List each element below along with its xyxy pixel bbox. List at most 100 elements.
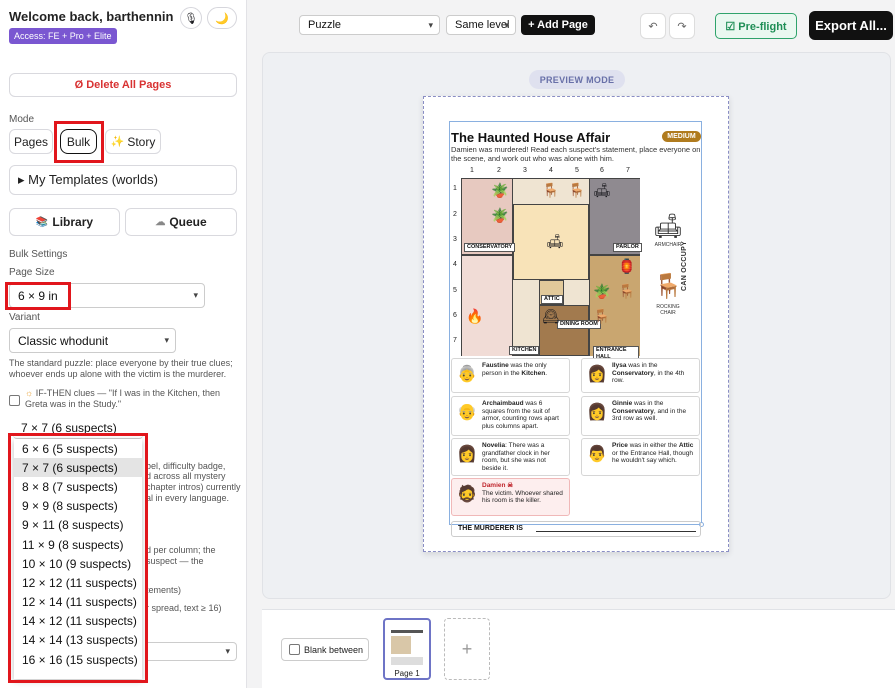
suspect-name: Ginnie	[612, 400, 633, 407]
room-label: CONSERVATORY	[464, 243, 516, 252]
suspect-name: Archaimbaud	[482, 400, 524, 407]
suspect-name: Novelia	[482, 442, 506, 449]
answer-line	[536, 531, 696, 532]
page-size-select[interactable]: 6 × 9 in ▾	[9, 283, 205, 308]
chair-icon: 🪑	[542, 182, 560, 198]
mode-bulk-button[interactable]: Bulk	[60, 129, 97, 154]
murderer-label: THE MURDERER IS	[458, 525, 523, 532]
room-label: PARLOR	[613, 243, 642, 252]
suspect-name: Faustine	[482, 362, 509, 369]
row-number: 4	[453, 261, 457, 268]
victim-name: Damien ☠	[482, 482, 514, 489]
column-number: 5	[575, 167, 579, 174]
column-number: 2	[497, 167, 501, 174]
grid-option[interactable]: 8 × 8 (7 suspects)	[14, 477, 142, 496]
template-select[interactable]: Puzzle ▾	[299, 15, 440, 35]
victim-avatar-icon: 🧔	[457, 486, 477, 503]
blank-between-checkbox[interactable]	[289, 644, 300, 655]
puzzle-grid[interactable]: CONSERVATORY PARLOR ATTIC DINING ROOM KI…	[461, 178, 642, 362]
mode-story-button[interactable]: ✨ Story	[105, 129, 161, 154]
room-label: ATTIC	[541, 295, 563, 304]
row-number: 2	[453, 211, 457, 218]
chair-icon: 🪑	[618, 283, 636, 299]
export-all-button[interactable]: Export All...	[809, 11, 893, 40]
row-number: 5	[453, 287, 457, 294]
variant-label: Variant	[9, 312, 40, 323]
hidden-text-fragment: d across all mystery	[146, 471, 226, 481]
clue-card: 👵 Faustine was the only person in the Ki…	[451, 358, 570, 393]
clue-keyword: Conservatory	[612, 369, 654, 377]
hidden-text-fragment: suspect — the	[146, 556, 204, 566]
grid-size-value: 7 × 7 (6 suspects)	[21, 421, 117, 435]
queue-button[interactable]: ☁ Queue	[125, 208, 237, 236]
grid-size-dropdown: 6 × 6 (5 suspects) 7 × 7 (6 suspects) 8 …	[14, 439, 142, 679]
suspect-name: Price	[612, 442, 628, 449]
suspect-avatar-icon: 👩	[587, 366, 607, 383]
puzzle-intro: Damien was murdered! Read each suspect's…	[451, 145, 701, 163]
hidden-text-fragment: d per column; the	[146, 545, 216, 555]
mode-pages-button[interactable]: Pages	[9, 129, 53, 154]
page-thumbnail-label: Page 1	[394, 669, 420, 678]
murderer-answer-field[interactable]: THE MURDERER IS	[451, 521, 701, 537]
clue-card: 👩 Ginnie was in the Conservatory, and in…	[581, 396, 700, 436]
mode-story-label: Story	[127, 134, 156, 149]
grid-option[interactable]: 14 × 14 (13 suspects)	[14, 631, 142, 650]
clue-card: 👩 Novelia: There was a grandfather clock…	[451, 438, 570, 476]
preflight-button[interactable]: ☑ Pre-flight	[715, 13, 797, 39]
my-templates-toggle[interactable]: ▸ My Templates (worlds)	[9, 165, 237, 195]
theme-toggle-button[interactable]: 🌙	[207, 7, 237, 29]
grid-option[interactable]: 12 × 12 (11 suspects)	[14, 573, 142, 592]
grid-option[interactable]: 11 × 9 (8 suspects)	[14, 535, 142, 554]
ifthen-checkbox[interactable]	[9, 395, 20, 406]
grid-option[interactable]: 10 × 10 (9 suspects)	[14, 554, 142, 573]
library-label: Library	[52, 215, 94, 229]
page-size-value: 6 × 9 in	[18, 288, 58, 303]
suspect-avatar-icon: 👩	[587, 404, 607, 421]
grid-option[interactable]: 14 × 12 (11 suspects)	[14, 612, 142, 631]
row-number: 3	[453, 236, 457, 243]
undo-button[interactable]: ↶	[640, 13, 666, 39]
row-number: 6	[453, 312, 457, 319]
suspect-avatar-icon: 👩	[457, 446, 477, 463]
grid-option[interactable]: 9 × 11 (8 suspects)	[14, 516, 142, 535]
grid-option[interactable]: 12 × 14 (11 suspects)	[14, 593, 142, 612]
room-label: KITCHEN	[509, 346, 540, 355]
mode-label: Mode	[9, 114, 35, 125]
plant-icon: 🪴	[491, 182, 509, 198]
microphone-icon: 🎙	[184, 12, 198, 25]
redo-button[interactable]: ↷	[669, 13, 695, 39]
thumb-title-bar	[391, 630, 423, 633]
redo-icon: ↷	[677, 20, 687, 33]
chair-icon: 🪑	[593, 308, 611, 324]
blank-between-toggle[interactable]: Blank between	[281, 638, 369, 661]
access-badge: Access: FE + Pro + Elite	[9, 28, 117, 44]
hidden-select[interactable]: ▾	[146, 642, 237, 661]
clue-text-end: .	[545, 369, 548, 377]
add-page-button[interactable]: + Add Page	[521, 15, 595, 35]
grid-option[interactable]: 9 × 9 (8 suspects)	[14, 497, 142, 516]
level-select[interactable]: Same level ▾	[446, 15, 516, 35]
ifthen-text: IF-THEN clues — "If I was in the Kitchen…	[25, 388, 221, 409]
variant-select[interactable]: Classic whodunit ▾	[9, 328, 176, 353]
library-button[interactable]: 📚 Library	[9, 208, 120, 236]
suspect-avatar-icon: 👴	[457, 404, 477, 421]
grid-option[interactable]: 16 × 16 (15 suspects)	[14, 650, 142, 669]
queue-label: Queue	[169, 215, 207, 229]
can-occupy-label: CAN OCCUPY	[681, 240, 688, 291]
cloud-icon: ☁	[155, 216, 166, 228]
add-page-thumbnail-button[interactable]: +	[444, 618, 490, 680]
undo-icon: ↶	[648, 20, 658, 33]
victim-card: 🧔 Damien ☠ The victim. Whoever shared hi…	[451, 478, 570, 516]
grid-option[interactable]: 6 × 6 (5 suspects)	[14, 439, 142, 458]
column-number: 3	[523, 167, 527, 174]
grid-size-select[interactable]: 7 × 7 (6 suspects)	[13, 418, 143, 439]
delete-all-pages-button[interactable]: Ø Delete All Pages	[9, 73, 237, 97]
clue-keyword: Attic	[678, 442, 694, 449]
chevron-down-icon: ▾	[193, 290, 198, 300]
grid-option-selected[interactable]: 7 × 7 (6 suspects)	[14, 458, 142, 478]
clue-card: 👩 Ilysa was in the Conservatory, in the …	[581, 358, 700, 393]
microphone-button[interactable]: 🎙	[180, 7, 202, 29]
suspect-avatar-icon: 👨	[587, 446, 607, 463]
suspect-name: Ilysa	[612, 362, 627, 369]
stove-icon: 🔥	[466, 308, 484, 324]
